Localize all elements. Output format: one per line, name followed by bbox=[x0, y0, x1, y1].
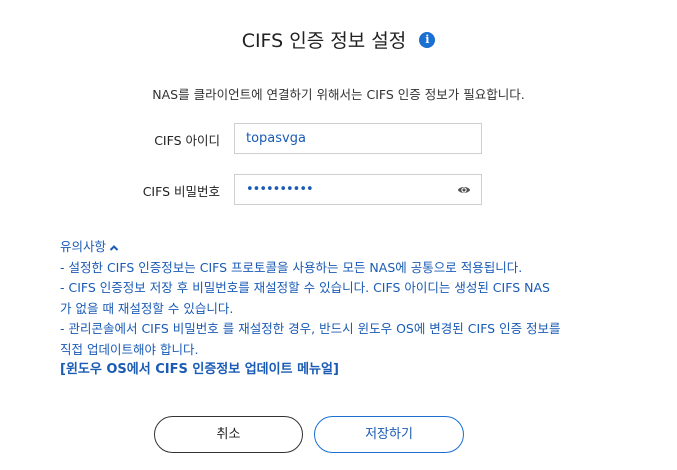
dialog-header: CIFS 인증 정보 설정 i bbox=[0, 26, 677, 53]
info-icon[interactable]: i bbox=[419, 31, 436, 48]
notes-line: - CIFS 인증정보 저장 후 비밀번호를 재설정할 수 있습니다. CIFS… bbox=[60, 280, 550, 316]
notes-title: 유의사항 bbox=[60, 239, 107, 254]
save-button[interactable]: 저장하기 bbox=[314, 416, 464, 453]
dialog-title: CIFS 인증 정보 설정 bbox=[241, 30, 407, 52]
notes-section: 유의사항 - 설정한 CIFS 인증정보는 CIFS 프로토콜을 사용하는 모든… bbox=[60, 237, 580, 381]
cifs-password-input[interactable] bbox=[235, 175, 456, 204]
cifs-password-label: CIFS 비밀번호 bbox=[142, 184, 220, 199]
eye-icon[interactable] bbox=[457, 183, 471, 197]
notes-line: - 관리콘솔에서 CIFS 비밀번호 를 재설정한 경우, 반드시 윈도우 OS… bbox=[60, 321, 561, 357]
manual-link[interactable]: [윈도우 OS에서 CIFS 인증정보 업데이트 메뉴얼] bbox=[60, 360, 580, 381]
cifs-password-field-box bbox=[234, 174, 482, 205]
cifs-id-field-box bbox=[234, 123, 482, 154]
cifs-id-label: CIFS 아이디 bbox=[154, 133, 220, 148]
notes-header[interactable]: 유의사항 bbox=[60, 237, 580, 258]
notes-line: - 설정한 CIFS 인증정보는 CIFS 프로토콜을 사용하는 모든 NAS에… bbox=[60, 259, 523, 275]
dialog-description: NAS를 클라이언트에 연결하기 위해서는 CIFS 인증 정보가 필요합니다. bbox=[152, 87, 525, 102]
cancel-button[interactable]: 취소 bbox=[154, 416, 303, 453]
chevron-up-icon[interactable] bbox=[109, 243, 119, 253]
cifs-id-input[interactable] bbox=[235, 124, 456, 153]
